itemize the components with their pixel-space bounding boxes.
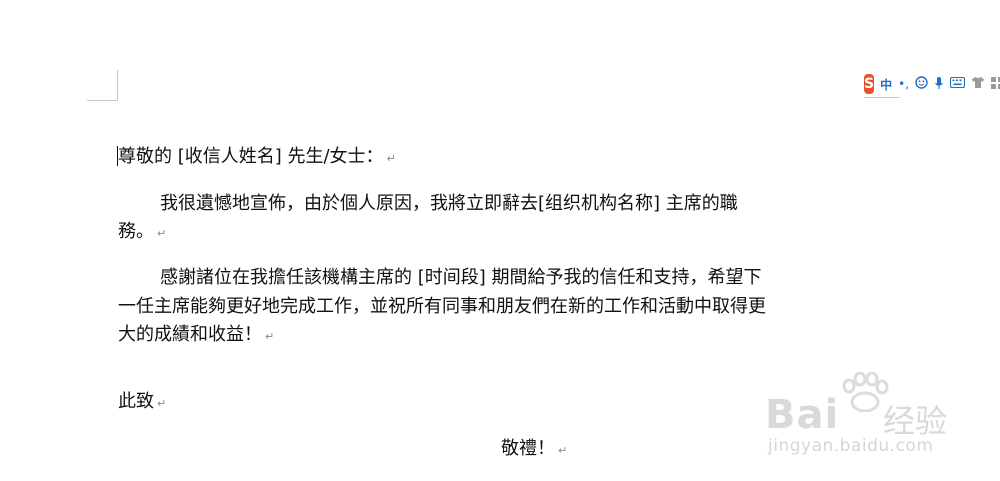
paragraph-1-line-2[interactable]: 務。 ↵ (118, 220, 166, 246)
grid-icon[interactable] (991, 76, 1000, 92)
closing-line[interactable]: 此致 ↵ (118, 390, 166, 416)
paragraph-mark: ↵ (157, 227, 167, 240)
ime-language-toggle[interactable]: 中 (880, 76, 892, 93)
paragraph-2-line-1[interactable]: 感謝諸位在我擔任該機構主席的 [时间段] 期間給予我的信任和支持，希望下 (160, 266, 762, 290)
ime-toolbar[interactable]: S 中 •, (864, 73, 1000, 95)
page-corner-mark (87, 70, 118, 101)
salutation-line[interactable]: 尊敬的 [收信人姓名] 先生/女士： ↵ (117, 145, 396, 171)
watermark-brand: Bai (765, 392, 840, 438)
salutation: 尊敬的 [收信人姓名] 先生/女士： (118, 146, 384, 167)
emoji-icon[interactable] (915, 76, 928, 92)
baidu-watermark: Bai 经验 jingyan.baidu.com (765, 372, 965, 462)
paragraph-mark: ↵ (558, 444, 568, 457)
shirt-icon[interactable] (971, 76, 985, 92)
ime-divider (864, 97, 900, 98)
paragraph-2-line-2[interactable]: 一任主席能夠更好地完成工作，並祝所有同事和朋友們在新的工作和活動中取得更 (118, 295, 766, 319)
regards: 敬禮！ (501, 438, 555, 459)
regards-line[interactable]: 敬禮！ ↵ (501, 437, 567, 463)
sogou-logo-icon[interactable]: S (864, 74, 875, 94)
keyboard-icon[interactable] (949, 76, 966, 91)
paragraph-mark: ↵ (157, 397, 167, 410)
closing: 此致 (118, 391, 154, 412)
document-page: S 中 •, 尊敬的 [收信人姓名] 先生/女士： ↵ 我很遺憾地宣佈，由於個人原… (0, 0, 1000, 481)
paragraph-2-line-3[interactable]: 大的成績和收益！ ↵ (118, 323, 274, 349)
ime-punctuation-toggle[interactable]: •, (898, 77, 909, 91)
mic-icon[interactable] (934, 76, 944, 93)
paragraph-mark: ↵ (386, 152, 396, 165)
watermark-url: jingyan.baidu.com (768, 436, 934, 456)
paragraph-mark: ↵ (265, 330, 275, 343)
paragraph-1-line-1[interactable]: 我很遺憾地宣佈，由於個人原因，我將立即辭去[组织机构名称] 主席的職 (160, 192, 738, 216)
